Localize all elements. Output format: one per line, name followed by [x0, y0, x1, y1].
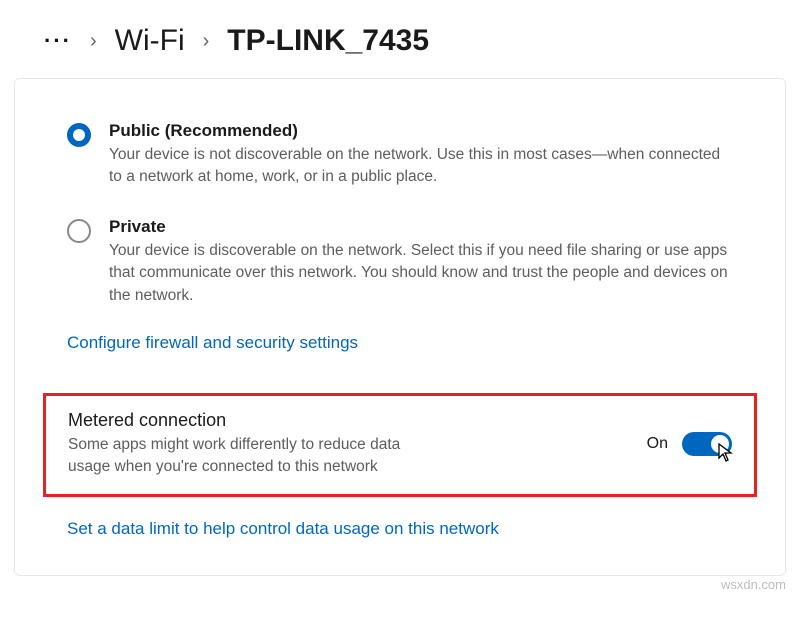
settings-card: Public (Recommended) Your device is not … [14, 78, 786, 576]
metered-toggle-state: On [647, 435, 668, 453]
breadcrumb-more-icon[interactable]: ··· [44, 38, 72, 45]
radio-public-desc: Your device is not discoverable on the n… [109, 144, 733, 189]
radio-selected-icon [67, 123, 91, 147]
chevron-right-icon: › [203, 30, 210, 53]
metered-title: Metered connection [68, 410, 418, 431]
chevron-right-icon: › [90, 30, 97, 53]
radio-public-title: Public (Recommended) [109, 121, 733, 141]
network-profile-group: Public (Recommended) Your device is not … [67, 111, 733, 373]
metered-connection-row: Metered connection Some apps might work … [43, 393, 757, 496]
metered-desc: Some apps might work differently to redu… [68, 434, 418, 477]
radio-private[interactable]: Private Your device is discoverable on t… [67, 207, 733, 325]
metered-toggle[interactable] [682, 432, 732, 456]
radio-private-desc: Your device is discoverable on the netwo… [109, 240, 733, 307]
toggle-knob-icon [711, 435, 729, 453]
breadcrumb-wifi[interactable]: Wi-Fi [115, 24, 185, 58]
radio-unselected-icon [67, 219, 91, 243]
firewall-settings-link[interactable]: Configure firewall and security settings [67, 325, 358, 361]
data-limit-link[interactable]: Set a data limit to help control data us… [67, 511, 499, 547]
radio-private-title: Private [109, 217, 733, 237]
radio-public[interactable]: Public (Recommended) Your device is not … [67, 111, 733, 207]
watermark: wsxdn.com [721, 577, 786, 592]
breadcrumb: ··· › Wi-Fi › TP-LINK_7435 [0, 0, 800, 78]
breadcrumb-network-name[interactable]: TP-LINK_7435 [227, 24, 429, 58]
